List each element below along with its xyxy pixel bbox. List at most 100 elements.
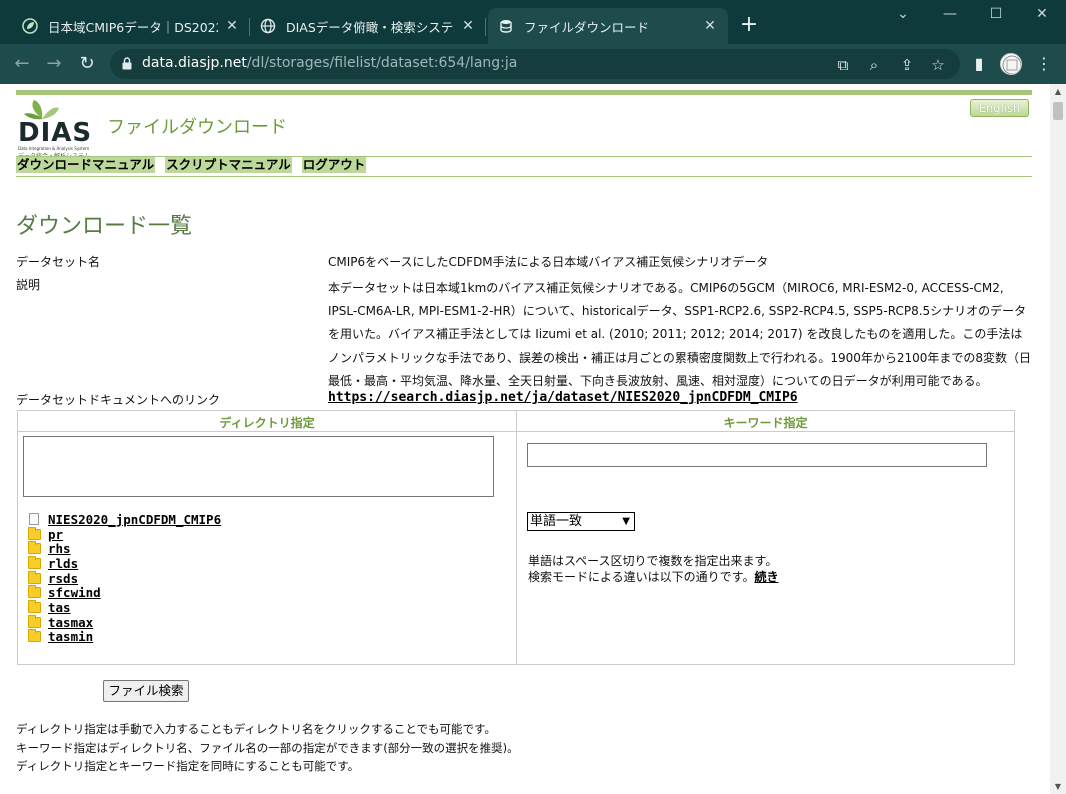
nav-logout[interactable]: ログアウト	[301, 157, 367, 173]
doc-link-label: データセットドキュメントへのリンク	[16, 393, 221, 407]
reload-icon[interactable]: ↻	[75, 52, 99, 76]
page-title: ダウンロード一覧	[16, 214, 193, 239]
folder-link-tasmin[interactable]: tasmin	[48, 629, 93, 644]
url-text: data.diasjp.net/dl/storages/filelist/dat…	[142, 55, 518, 71]
directory-tree: NIES2020_jpnCDFDM_CMIP6 pr rhs rlds rsds…	[28, 512, 221, 644]
globe-icon	[260, 18, 276, 34]
menu-kebab-icon[interactable]: ⋮	[1033, 53, 1055, 75]
english-button[interactable]: English	[970, 99, 1029, 117]
zoom-icon[interactable]: ⌕	[865, 56, 883, 74]
tab-close-icon[interactable]: ✕	[224, 18, 240, 34]
folder-link-rlds[interactable]: rlds	[48, 556, 78, 571]
tab-close-icon[interactable]: ✕	[702, 18, 718, 34]
dataset-name-label: データセット名	[16, 255, 101, 269]
tab-cmip6[interactable]: 日本域CMIP6データ｜DS2022 デー ✕	[12, 8, 250, 44]
column-divider	[516, 411, 517, 664]
bookmark-star-icon[interactable]: ☆	[929, 56, 947, 74]
directory-input[interactable]	[23, 436, 494, 497]
keyword-header: キーワード指定	[723, 416, 808, 430]
description-label: 説明	[16, 278, 41, 292]
folder-icon	[28, 629, 41, 643]
note-line: ディレクトリ指定は手動で入力することもディレクトリ名をクリックすることでも可能で…	[16, 722, 496, 736]
folder-icon	[28, 570, 41, 584]
tab-title: ファイルダウンロード	[524, 19, 650, 35]
description-text: 本データセットは日本域1kmのバイアス補正気候シナリオである。CMIP6の5GC…	[328, 281, 1032, 388]
directory-header: ディレクトリ指定	[219, 416, 315, 430]
keyword-help-more-link[interactable]: 続き	[754, 570, 778, 584]
tab-title: DIASデータ俯瞰・検索システム	[286, 19, 454, 35]
scroll-down-icon[interactable]: ▼	[1053, 782, 1063, 791]
side-panel-icon[interactable]: ▮	[968, 53, 990, 75]
tree-folder[interactable]: rhs	[28, 541, 221, 556]
title-bar: 日本域CMIP6データ｜DS2022 デー ✕ DIASデータ俯瞰・検索システム…	[0, 0, 1066, 44]
folder-icon	[28, 599, 41, 613]
tree-folder[interactable]: tasmax	[28, 614, 221, 630]
dias-logo[interactable]: DIAS Data Integration & Analysis System …	[16, 98, 108, 160]
file-search-button[interactable]: ファイル検索	[103, 680, 189, 702]
folder-link-tas[interactable]: tas	[48, 600, 71, 615]
tree-folder[interactable]: sfcwind	[28, 585, 221, 600]
share-icon[interactable]: ⇪	[898, 56, 916, 74]
folder-icon	[28, 555, 41, 569]
nav-download-manual[interactable]: ダウンロードマニュアル	[16, 157, 156, 173]
keyword-help-line1: 単語はスペース区切りで複数を指定出来ます。	[528, 554, 778, 568]
folder-icon	[28, 585, 41, 599]
folder-icon	[28, 541, 41, 555]
folder-link-sfcwind[interactable]: sfcwind	[48, 585, 101, 600]
keyword-help: 単語はスペース区切りで複数を指定出来ます。 検索モードによる違いは以下の通りです…	[528, 553, 778, 585]
search-mode-select[interactable]: 単語一致 ▼	[527, 512, 635, 531]
tab-file-download[interactable]: ファイルダウンロード ✕	[488, 8, 728, 44]
minimize-button[interactable]: —	[935, 6, 965, 22]
dataset-doc-link[interactable]: https://search.diasjp.net/ja/dataset/NIE…	[328, 390, 798, 405]
maximize-button[interactable]: ☐	[981, 6, 1011, 22]
translate-icon[interactable]: ⧉	[834, 56, 852, 74]
note-line: ディレクトリ指定とキーワード指定を同時にすることも可能です。	[16, 759, 360, 773]
folder-icon	[28, 526, 41, 540]
dias-leaf-icon	[22, 18, 38, 34]
folder-link-tasmax[interactable]: tasmax	[48, 615, 93, 630]
usage-notes: ディレクトリ指定は手動で入力することもディレクトリ名をクリックすることでも可能で…	[16, 720, 519, 776]
tab-dias-search[interactable]: DIASデータ俯瞰・検索システム ✕	[250, 8, 486, 44]
forward-arrow-icon[interactable]: →	[42, 52, 66, 76]
tree-file-link[interactable]: NIES2020_jpnCDFDM_CMIP6	[48, 512, 221, 527]
main-nav: ダウンロードマニュアル スクリプトマニュアル ログアウト	[16, 157, 367, 173]
nav-bottom-rule	[16, 176, 1032, 177]
profile-avatar[interactable]	[1000, 53, 1022, 75]
scroll-thumb[interactable]	[1053, 102, 1063, 120]
tree-root-file[interactable]: NIES2020_jpnCDFDM_CMIP6	[28, 512, 221, 527]
browser-toolbar: ← → ↻ data.diasjp.net/dl/storages/fileli…	[0, 44, 1066, 84]
folder-link-pr[interactable]: pr	[48, 527, 63, 542]
new-tab-button[interactable]: +	[738, 14, 760, 36]
search-panel: ディレクトリ指定 キーワード指定 NIES2020_jpnCDFDM_CMIP6…	[17, 410, 1015, 665]
nav-script-manual[interactable]: スクリプトマニュアル	[165, 157, 292, 173]
tree-folder[interactable]: tas	[28, 599, 221, 615]
header-top-rule	[16, 90, 1032, 95]
database-icon	[498, 18, 514, 34]
folder-icon	[28, 614, 41, 628]
file-icon	[29, 513, 39, 526]
search-mode-value: 単語一致	[530, 514, 583, 529]
keyword-help-line2: 検索モードによる違いは以下の通りです。続き	[528, 570, 779, 584]
page-viewport: DIAS Data Integration & Analysis System …	[0, 84, 1066, 794]
logo-text: DIAS	[18, 118, 93, 148]
tree-folder[interactable]: pr	[28, 526, 221, 542]
note-line: キーワード指定はディレクトリ名、ファイル名の一部の指定ができます(部分一致の選択…	[16, 740, 519, 755]
site-title: ファイルダウンロード	[107, 117, 287, 138]
tab-title: 日本域CMIP6データ｜DS2022 デー	[48, 19, 218, 35]
folder-link-rhs[interactable]: rhs	[48, 541, 71, 556]
lock-icon	[122, 57, 132, 70]
tab-search-icon[interactable]: ⌄	[888, 6, 918, 22]
folder-link-rsds[interactable]: rsds	[48, 571, 78, 586]
page-scrollbar[interactable]: ▲ ▼	[1050, 84, 1066, 794]
tree-folder[interactable]: tasmin	[28, 629, 221, 644]
scroll-up-icon[interactable]: ▲	[1053, 87, 1063, 96]
tree-folder[interactable]: rlds	[28, 555, 221, 571]
tree-folder[interactable]: rsds	[28, 570, 221, 586]
close-window-button[interactable]: ✕	[1027, 6, 1057, 22]
dataset-name-value: CMIP6をベースにしたCDFDM手法による日本域バイアス補正気候シナリオデータ	[328, 255, 769, 269]
address-bar[interactable]: data.diasjp.net/dl/storages/filelist/dat…	[110, 49, 960, 79]
keyword-input[interactable]	[527, 443, 987, 467]
tab-close-icon[interactable]: ✕	[460, 18, 476, 34]
back-arrow-icon[interactable]: ←	[10, 52, 34, 76]
leaf-logo-icon	[24, 100, 59, 120]
